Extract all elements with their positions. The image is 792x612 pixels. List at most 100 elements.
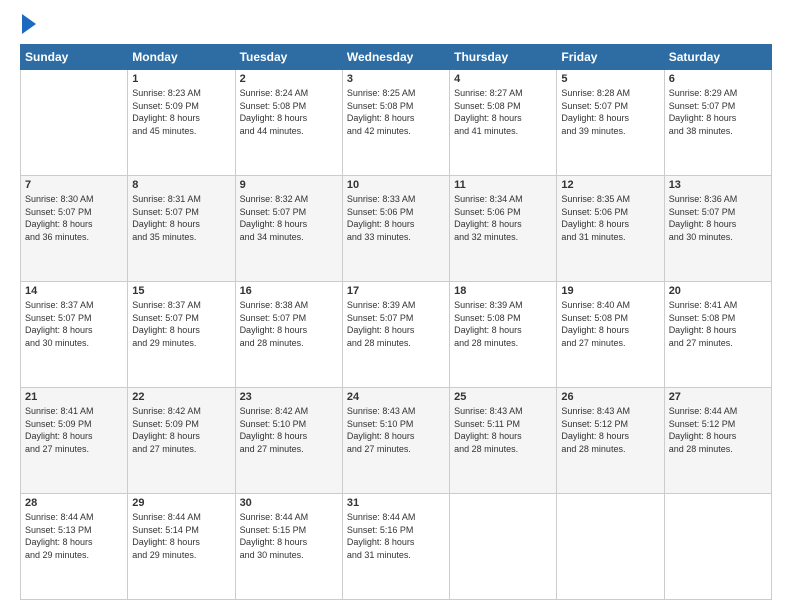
day-number: 25 [454,391,552,403]
day-number: 29 [132,497,230,509]
calendar-header-tuesday: Tuesday [235,45,342,70]
calendar-header-wednesday: Wednesday [342,45,449,70]
calendar-cell: 9 Sunrise: 8:32 AMSunset: 5:07 PMDaylight… [235,176,342,282]
cell-content: Sunrise: 8:30 AMSunset: 5:07 PMDaylight:… [25,193,123,243]
cell-content: Sunrise: 8:44 AMSunset: 5:15 PMDaylight:… [240,511,338,561]
calendar-cell: 30 Sunrise: 8:44 AMSunset: 5:15 PMDayligh… [235,494,342,600]
cell-content: Sunrise: 8:33 AMSunset: 5:06 PMDaylight:… [347,193,445,243]
cell-content: Sunrise: 8:40 AMSunset: 5:08 PMDaylight:… [561,299,659,349]
calendar-cell [664,494,771,600]
cell-content: Sunrise: 8:35 AMSunset: 5:06 PMDaylight:… [561,193,659,243]
calendar-cell: 6 Sunrise: 8:29 AMSunset: 5:07 PMDaylight… [664,70,771,176]
cell-content: Sunrise: 8:34 AMSunset: 5:06 PMDaylight:… [454,193,552,243]
calendar-cell: 29 Sunrise: 8:44 AMSunset: 5:14 PMDayligh… [128,494,235,600]
cell-content: Sunrise: 8:44 AMSunset: 5:12 PMDaylight:… [669,405,767,455]
cell-content: Sunrise: 8:29 AMSunset: 5:07 PMDaylight:… [669,87,767,137]
day-number: 7 [25,179,123,191]
cell-content: Sunrise: 8:39 AMSunset: 5:07 PMDaylight:… [347,299,445,349]
calendar-cell: 22 Sunrise: 8:42 AMSunset: 5:09 PMDayligh… [128,388,235,494]
calendar-header-thursday: Thursday [450,45,557,70]
calendar-header-friday: Friday [557,45,664,70]
day-number: 10 [347,179,445,191]
calendar-week-3: 14 Sunrise: 8:37 AMSunset: 5:07 PMDayligh… [21,282,772,388]
calendar-week-4: 21 Sunrise: 8:41 AMSunset: 5:09 PMDayligh… [21,388,772,494]
calendar-header-sunday: Sunday [21,45,128,70]
cell-content: Sunrise: 8:25 AMSunset: 5:08 PMDaylight:… [347,87,445,137]
cell-content: Sunrise: 8:44 AMSunset: 5:14 PMDaylight:… [132,511,230,561]
day-number: 15 [132,285,230,297]
day-number: 4 [454,73,552,85]
calendar-cell: 8Sunrise: 8:31 AMSunset: 5:07 PMDaylight… [128,176,235,282]
cell-content: Sunrise: 8:44 AMSunset: 5:13 PMDaylight:… [25,511,123,561]
calendar-cell: 16 Sunrise: 8:38 AMSunset: 5:07 PMDayligh… [235,282,342,388]
logo-arrow-icon [22,14,36,34]
calendar-header-monday: Monday [128,45,235,70]
calendar-cell: 18 Sunrise: 8:39 AMSunset: 5:08 PMDayligh… [450,282,557,388]
calendar-cell: 13 Sunrise: 8:36 AMSunset: 5:07 PMDayligh… [664,176,771,282]
cell-content: Sunrise: 8:32 AMSunset: 5:07 PMDaylight:… [240,193,338,243]
day-number: 28 [25,497,123,509]
header [20,18,772,34]
day-number: 26 [561,391,659,403]
calendar-cell: 14 Sunrise: 8:37 AMSunset: 5:07 PMDayligh… [21,282,128,388]
calendar-cell: 4 Sunrise: 8:27 AMSunset: 5:08 PMDaylight… [450,70,557,176]
day-number: 18 [454,285,552,297]
cell-content: Sunrise: 8:43 AMSunset: 5:12 PMDaylight:… [561,405,659,455]
day-number: 17 [347,285,445,297]
day-number: 12 [561,179,659,191]
calendar-cell: 23 Sunrise: 8:42 AMSunset: 5:10 PMDayligh… [235,388,342,494]
calendar-cell: 25Sunrise: 8:43 AMSunset: 5:11 PMDayligh… [450,388,557,494]
cell-content: Sunrise: 8:39 AMSunset: 5:08 PMDaylight:… [454,299,552,349]
day-number: 1 [132,73,230,85]
cell-content: Sunrise: 8:27 AMSunset: 5:08 PMDaylight:… [454,87,552,137]
calendar-cell: 20 Sunrise: 8:41 AMSunset: 5:08 PMDayligh… [664,282,771,388]
calendar-cell: 15 Sunrise: 8:37 AMSunset: 5:07 PMDayligh… [128,282,235,388]
day-number: 6 [669,73,767,85]
cell-content: Sunrise: 8:28 AMSunset: 5:07 PMDaylight:… [561,87,659,137]
day-number: 27 [669,391,767,403]
cell-content: Sunrise: 8:38 AMSunset: 5:07 PMDaylight:… [240,299,338,349]
day-number: 16 [240,285,338,297]
calendar-cell: 5 Sunrise: 8:28 AMSunset: 5:07 PMDaylight… [557,70,664,176]
calendar-cell: 3Sunrise: 8:25 AMSunset: 5:08 PMDaylight… [342,70,449,176]
calendar-table: SundayMondayTuesdayWednesdayThursdayFrid… [20,44,772,600]
calendar-week-1: 1 Sunrise: 8:23 AMSunset: 5:09 PMDaylight… [21,70,772,176]
calendar-cell: 17 Sunrise: 8:39 AMSunset: 5:07 PMDayligh… [342,282,449,388]
day-number: 9 [240,179,338,191]
day-number: 21 [25,391,123,403]
calendar-cell: 11Sunrise: 8:34 AMSunset: 5:06 PMDayligh… [450,176,557,282]
cell-content: Sunrise: 8:31 AMSunset: 5:07 PMDaylight:… [132,193,230,243]
cell-content: Sunrise: 8:41 AMSunset: 5:08 PMDaylight:… [669,299,767,349]
cell-content: Sunrise: 8:43 AMSunset: 5:10 PMDaylight:… [347,405,445,455]
calendar-cell: 19Sunrise: 8:40 AMSunset: 5:08 PMDayligh… [557,282,664,388]
day-number: 24 [347,391,445,403]
day-number: 5 [561,73,659,85]
calendar-header-saturday: Saturday [664,45,771,70]
calendar-cell: 24 Sunrise: 8:43 AMSunset: 5:10 PMDayligh… [342,388,449,494]
calendar-cell: 10 Sunrise: 8:33 AMSunset: 5:06 PMDayligh… [342,176,449,282]
calendar-cell: 7 Sunrise: 8:30 AMSunset: 5:07 PMDaylight… [21,176,128,282]
cell-content: Sunrise: 8:37 AMSunset: 5:07 PMDaylight:… [25,299,123,349]
calendar-cell: 27 Sunrise: 8:44 AMSunset: 5:12 PMDayligh… [664,388,771,494]
cell-content: Sunrise: 8:23 AMSunset: 5:09 PMDaylight:… [132,87,230,137]
cell-content: Sunrise: 8:36 AMSunset: 5:07 PMDaylight:… [669,193,767,243]
day-number: 20 [669,285,767,297]
calendar-cell: 2Sunrise: 8:24 AMSunset: 5:08 PMDaylight… [235,70,342,176]
day-number: 31 [347,497,445,509]
day-number: 30 [240,497,338,509]
cell-content: Sunrise: 8:37 AMSunset: 5:07 PMDaylight:… [132,299,230,349]
calendar-cell [21,70,128,176]
day-number: 13 [669,179,767,191]
page: SundayMondayTuesdayWednesdayThursdayFrid… [0,0,792,612]
cell-content: Sunrise: 8:41 AMSunset: 5:09 PMDaylight:… [25,405,123,455]
cell-content: Sunrise: 8:42 AMSunset: 5:10 PMDaylight:… [240,405,338,455]
day-number: 23 [240,391,338,403]
cell-content: Sunrise: 8:42 AMSunset: 5:09 PMDaylight:… [132,405,230,455]
calendar-week-2: 7 Sunrise: 8:30 AMSunset: 5:07 PMDaylight… [21,176,772,282]
day-number: 14 [25,285,123,297]
logo [20,18,36,34]
day-number: 22 [132,391,230,403]
calendar-cell: 21 Sunrise: 8:41 AMSunset: 5:09 PMDayligh… [21,388,128,494]
calendar-cell: 26 Sunrise: 8:43 AMSunset: 5:12 PMDayligh… [557,388,664,494]
calendar-cell [450,494,557,600]
